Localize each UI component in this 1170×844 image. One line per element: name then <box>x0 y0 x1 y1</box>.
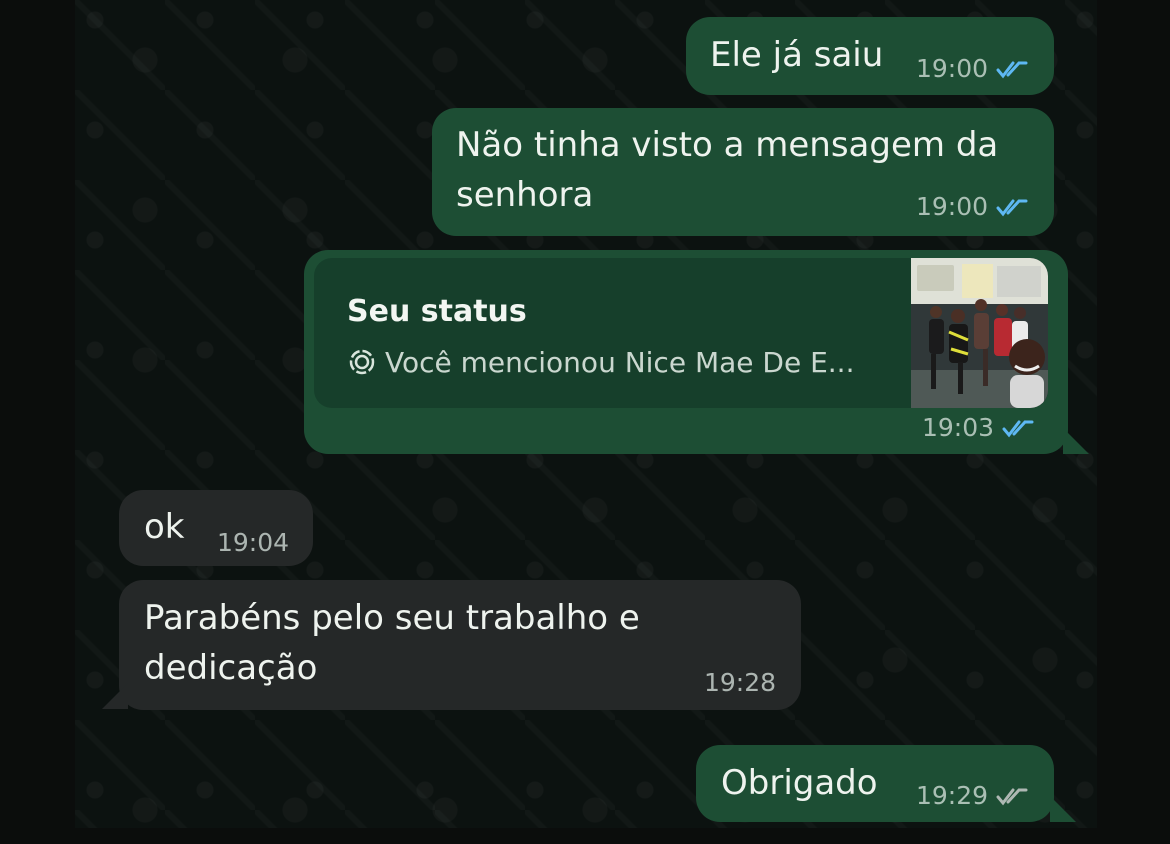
status-photo-thumbnail[interactable] <box>911 258 1048 408</box>
photo-image <box>911 258 1048 408</box>
message-text: Ele já saiu <box>710 35 884 75</box>
chat-message-area[interactable]: Ele já saiu 19:00 Não tinha visto a mens… <box>75 0 1097 828</box>
read-double-check-icon <box>996 61 1028 78</box>
status-description: Você mencionou Nice Mae De E... <box>347 346 895 386</box>
message-line-1: Não tinha visto a mensagem da <box>456 125 999 165</box>
message-meta: 19:03 <box>922 413 1035 442</box>
outgoing-message-bubble[interactable]: Ele já saiu 19:00 <box>686 17 1054 95</box>
outgoing-message-bubble[interactable]: Não tinha visto a mensagem da senhora 19… <box>432 108 1054 236</box>
read-double-check-icon <box>996 199 1028 216</box>
message-meta: 19:00 <box>916 54 1029 83</box>
message-time: 19:04 <box>216 528 289 557</box>
status-ring-icon <box>349 349 375 375</box>
message-time: 19:00 <box>915 54 988 83</box>
incoming-bubble-tail <box>102 683 128 709</box>
message-line-1: Parabéns pelo seu trabalho e <box>144 598 640 638</box>
status-reference-card[interactable]: Seu status Você mencionou Nice Mae De E.… <box>314 258 1048 408</box>
message-text: Obrigado <box>721 763 878 803</box>
message-meta: 19:00 <box>916 192 1029 221</box>
status-reply-message-bubble[interactable]: Seu status Você mencionou Nice Mae De E.… <box>304 250 1068 454</box>
message-time: 19:03 <box>921 413 994 442</box>
message-meta: 19:28 <box>704 668 776 697</box>
read-double-check-icon <box>1002 420 1034 437</box>
incoming-message-bubble[interactable]: ok 19:04 <box>119 490 313 566</box>
outgoing-message-bubble[interactable]: Obrigado 19:29 <box>696 745 1054 822</box>
message-meta: 19:04 <box>217 528 289 557</box>
status-description-text: Você mencionou Nice Mae De E... <box>385 346 855 379</box>
message-time: 19:28 <box>703 668 776 697</box>
delivered-double-check-icon <box>996 788 1028 805</box>
outgoing-bubble-tail <box>1050 796 1076 822</box>
status-title: Seu status <box>347 294 527 329</box>
message-time: 19:00 <box>915 192 988 221</box>
message-time: 19:29 <box>915 781 988 810</box>
message-line-2: dedicação <box>144 648 318 688</box>
message-meta: 19:29 <box>916 781 1029 810</box>
message-line-2: senhora <box>456 175 594 215</box>
incoming-message-bubble[interactable]: Parabéns pelo seu trabalho e dedicação 1… <box>119 580 801 710</box>
message-text: ok <box>144 507 185 547</box>
